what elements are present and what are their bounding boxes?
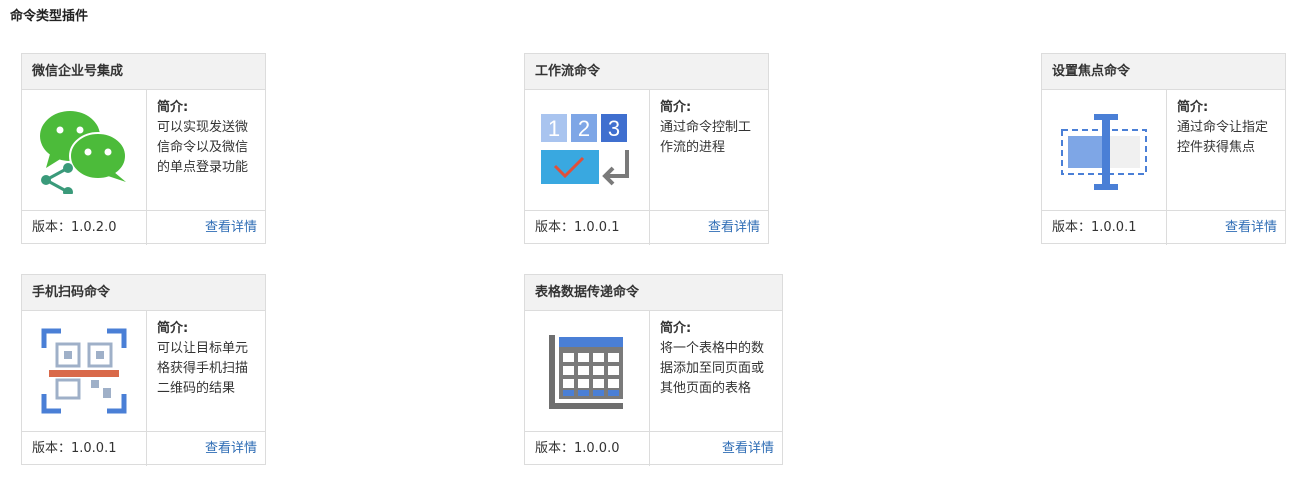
description-line: 信命令以及微信 — [157, 140, 249, 155]
plugin-title: 手机扫码命令 — [22, 275, 265, 311]
wechat-share-icon — [22, 90, 147, 210]
description-line: 的单点登录功能 — [157, 160, 249, 175]
footer-divider — [649, 211, 650, 245]
footer-divider — [1166, 211, 1167, 245]
svg-text:3: 3 — [608, 116, 620, 141]
description-label: 简介: — [1177, 100, 1209, 115]
version-label: 版本：1.0.2.0 — [32, 220, 117, 235]
version-label: 版本：1.0.0.0 — [535, 441, 620, 456]
section-title: 命令类型插件 — [10, 9, 89, 24]
view-details-link[interactable]: 查看详情 — [1225, 211, 1277, 245]
view-details-link[interactable]: 查看详情 — [205, 432, 257, 466]
description-line: 据添加至同页面或 — [660, 361, 765, 376]
description-line: 其他页面的表格 — [660, 381, 752, 396]
description-line: 格获得手机扫描 — [157, 361, 249, 376]
version-label: 版本：1.0.0.1 — [32, 441, 117, 456]
plugin-title: 工作流命令 — [525, 54, 768, 90]
description-label: 简介: — [157, 100, 189, 115]
view-details-link[interactable]: 查看详情 — [722, 432, 774, 466]
footer-divider — [146, 432, 147, 466]
plugin-card-wechat: 微信企业号集成 简介: 可以实现发送微 信命令以及微信 的单点登录功能 版本：1… — [21, 53, 266, 245]
description-label: 简介: — [660, 321, 692, 336]
version-label: 版本：1.0.0.1 — [535, 220, 620, 235]
view-details-link[interactable]: 查看详情 — [708, 211, 760, 245]
description-line: 作流的进程 — [660, 140, 726, 155]
description-label: 简介: — [157, 321, 189, 336]
version-label: 版本：1.0.0.1 — [1052, 220, 1137, 235]
plugin-card-table-transfer: 表格数据传递命令 简介: 将一个表格中的数 据添加至同页面或 其他页面的表格 版… — [524, 274, 783, 466]
workflow-steps-icon: 1 2 3 — [525, 90, 650, 210]
svg-text:2: 2 — [578, 116, 590, 141]
table-grid-icon — [525, 311, 650, 431]
plugin-card-qr-scan: 手机扫码命令 简介: 可以让目标单元 格获得手机扫描 二维码的结果 版本：1.0… — [21, 274, 266, 466]
qr-scan-icon — [22, 311, 147, 431]
plugin-title: 微信企业号集成 — [22, 54, 265, 90]
description-line: 可以让目标单元 — [157, 341, 249, 356]
footer-divider — [146, 211, 147, 245]
description-line: 通过命令控制工 — [660, 120, 752, 135]
description-line: 将一个表格中的数 — [660, 341, 765, 356]
description-label: 简介: — [660, 100, 692, 115]
plugin-card-workflow: 工作流命令 1 2 3 简介: 通过命令控制工 作流的进程 版本：1.0.0.1 — [524, 53, 769, 245]
plugin-title: 表格数据传递命令 — [525, 275, 782, 311]
plugin-title: 设置焦点命令 — [1042, 54, 1285, 90]
description-line: 二维码的结果 — [157, 381, 236, 396]
description-line: 控件获得焦点 — [1177, 140, 1256, 155]
plugin-card-focus: 设置焦点命令 简介: 通过命令让指定 控件获得焦点 版本：1.0.0.1 查看详… — [1041, 53, 1286, 245]
description-line: 可以实现发送微 — [157, 120, 249, 135]
view-details-link[interactable]: 查看详情 — [205, 211, 257, 245]
footer-divider — [649, 432, 650, 466]
svg-text:1: 1 — [548, 116, 560, 141]
focus-cursor-icon — [1042, 90, 1167, 210]
description-line: 通过命令让指定 — [1177, 120, 1269, 135]
